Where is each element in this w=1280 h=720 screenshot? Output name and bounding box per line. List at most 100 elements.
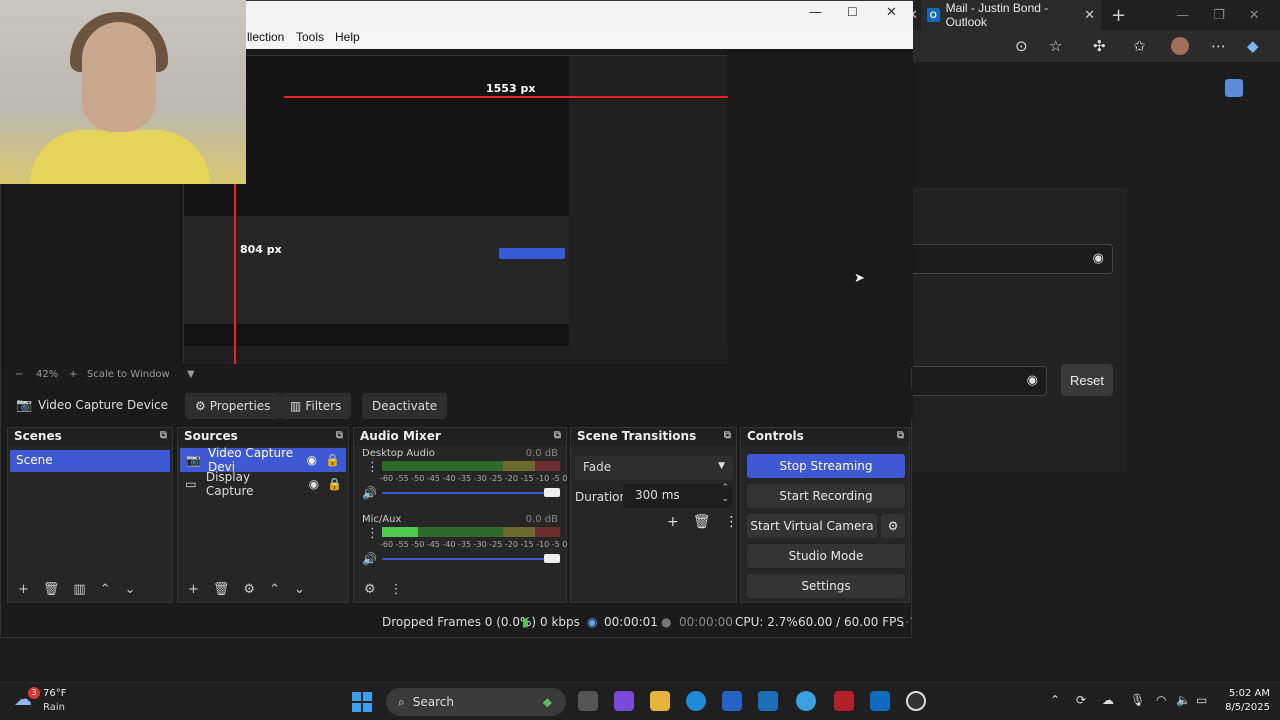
settings-button[interactable]: Settings (747, 574, 905, 598)
chrome-canary-icon[interactable] (796, 691, 816, 711)
task-view-icon[interactable] (578, 691, 598, 711)
more-icon[interactable]: ⋮ (366, 460, 379, 475)
properties-button[interactable]: ⚙ Properties (185, 393, 281, 419)
cloud-icon[interactable]: ☁ (1102, 693, 1114, 707)
resize-grip-icon[interactable]: ⋰ (901, 615, 913, 629)
lock-icon[interactable]: 🔒 (327, 477, 342, 491)
clock-time[interactable]: 5:02 AM (1222, 688, 1270, 699)
volume-slider-handle[interactable] (544, 554, 560, 563)
more-icon[interactable]: ⋮ (725, 514, 739, 530)
eye-icon[interactable]: ◉ (307, 453, 317, 467)
minimize-icon[interactable]: — (1176, 8, 1189, 23)
gear-icon[interactable]: ⚙ (243, 582, 255, 597)
menu-help[interactable]: Help (335, 30, 360, 44)
volume-slider[interactable] (382, 558, 560, 560)
outlook-app-icon[interactable] (870, 691, 890, 711)
tab-outlook-mail[interactable]: O Mail - Justin Bond - Outlook ✕ (921, 0, 1101, 30)
more-menu-icon[interactable]: ⋯ (1211, 37, 1226, 55)
favorite-star-icon[interactable]: ☆ (1049, 37, 1062, 55)
mixer-toolbar: ⚙ ⋮ (354, 576, 566, 602)
speaker-icon[interactable]: 🔊 (362, 552, 377, 566)
spin-arrows-icon[interactable]: ⌃ ⌄ (721, 483, 729, 505)
menu-tools[interactable]: Tools (296, 30, 324, 44)
volume-slider-handle[interactable] (544, 488, 560, 497)
mcafee-icon[interactable] (834, 691, 854, 711)
undock-icon[interactable]: ⧉ (160, 430, 167, 441)
wifi-icon[interactable]: ◠ (1156, 693, 1166, 707)
source-item-display-capture[interactable]: ▭ Display Capture ◉ 🔒 (178, 470, 348, 498)
chevron-up-icon[interactable]: ⌃ (269, 582, 280, 597)
scene-list-item[interactable]: Scene (10, 450, 170, 472)
eye-icon[interactable]: ◉ (1093, 251, 1104, 266)
app-icon[interactable] (1225, 79, 1243, 97)
copilot-icon[interactable]: ◆ (1247, 37, 1259, 55)
stop-streaming-button[interactable]: Stop Streaming (747, 454, 905, 478)
minimize-icon[interactable]: — (809, 5, 822, 20)
volume-icon[interactable]: 🔈 (1176, 693, 1191, 707)
trash-icon[interactable]: 🗑 (693, 514, 711, 530)
tray-overflow-icon[interactable]: ⌃ (1050, 693, 1060, 707)
maximize-icon[interactable]: ☐ (847, 5, 858, 19)
mic-icon[interactable]: 🎙 (1130, 693, 1145, 707)
menu-scene-collection[interactable]: llection (247, 30, 284, 44)
chevron-down-icon[interactable]: ⌄ (125, 582, 136, 597)
store-icon[interactable] (722, 691, 742, 711)
reset-button[interactable]: Reset (1061, 364, 1113, 396)
profile-avatar[interactable] (1171, 37, 1189, 55)
trash-icon[interactable]: 🗑 (43, 582, 60, 597)
zoom-in-button[interactable]: + (69, 369, 77, 380)
more-icon[interactable]: ⋮ (390, 582, 403, 597)
favorites-icon[interactable]: ✩ (1133, 37, 1146, 55)
undock-icon[interactable]: ⧉ (897, 430, 904, 441)
restore-icon[interactable]: ❐ (1213, 8, 1225, 23)
deactivate-button[interactable]: Deactivate (362, 393, 448, 419)
start-virtual-camera-button[interactable]: Start Virtual Camera (747, 514, 877, 538)
start-recording-button[interactable]: Start Recording (747, 484, 905, 508)
clock-date[interactable]: 8/5/2025 (1214, 702, 1270, 713)
edge-icon[interactable] (686, 691, 706, 711)
extensions-icon[interactable]: ✣ (1093, 37, 1106, 55)
virtual-camera-settings-button[interactable]: ⚙ (881, 514, 905, 538)
undock-icon[interactable]: ⧉ (336, 430, 343, 441)
source-item-video-capture[interactable]: 📷 Video Capture Devi ◉ 🔒 (180, 446, 346, 474)
undock-icon[interactable]: ⧉ (554, 430, 561, 441)
zoom-out-button[interactable]: − (15, 369, 23, 380)
scale-mode[interactable]: Scale to Window (87, 369, 170, 380)
transition-select[interactable]: Fade ▼ (575, 456, 733, 480)
add-icon[interactable]: + (18, 582, 29, 597)
windows-start-icon[interactable] (352, 692, 372, 712)
eye-icon[interactable]: ◉ (1027, 373, 1038, 388)
mywin-app-icon[interactable] (758, 691, 778, 711)
chevron-down-icon[interactable]: ⌄ (294, 582, 305, 597)
filter-icon[interactable]: ▥ (73, 582, 85, 597)
battery-icon[interactable]: ▭ (1196, 693, 1207, 707)
reading-mode-icon[interactable]: ⊙ (1015, 37, 1028, 55)
key-field[interactable]: ◉ (905, 366, 1047, 396)
speaker-icon[interactable]: 🔊 (362, 486, 377, 500)
copilot-app-icon[interactable] (614, 691, 634, 711)
add-icon[interactable]: + (188, 582, 199, 597)
sync-icon[interactable]: ⟳ (1076, 693, 1086, 707)
lock-icon[interactable]: 🔒 (325, 453, 340, 467)
more-icon[interactable]: ⋮ (366, 526, 379, 541)
eye-icon[interactable]: ◉ (309, 477, 319, 491)
add-icon[interactable]: + (667, 514, 679, 530)
close-icon[interactable]: ✕ (1084, 7, 1095, 23)
undock-icon[interactable]: ⧉ (724, 430, 731, 441)
studio-mode-button[interactable]: Studio Mode (747, 544, 905, 568)
chevron-up-icon[interactable]: ⌃ (100, 582, 111, 597)
file-explorer-icon[interactable] (650, 691, 670, 711)
close-icon[interactable]: ✕ (886, 5, 897, 20)
advanced-audio-icon[interactable]: ⚙ (364, 582, 376, 597)
close-icon[interactable]: ✕ (1249, 8, 1260, 23)
taskbar-search[interactable]: ⌕ Search ◆ (386, 688, 566, 716)
volume-slider[interactable] (382, 492, 560, 494)
chevron-down-icon[interactable]: ▼ (187, 369, 195, 380)
trash-icon[interactable]: 🗑 (213, 582, 230, 597)
new-tab-icon[interactable]: + (1111, 5, 1126, 26)
mixer-dock-header: Audio Mixer ⧉ (354, 428, 566, 446)
filters-button[interactable]: ▥ Filters (280, 393, 352, 419)
obs-app-icon[interactable] (906, 691, 926, 711)
password-field[interactable]: ◉ (905, 244, 1113, 274)
duration-input[interactable]: 300 ms ⌃ ⌄ (623, 483, 733, 508)
